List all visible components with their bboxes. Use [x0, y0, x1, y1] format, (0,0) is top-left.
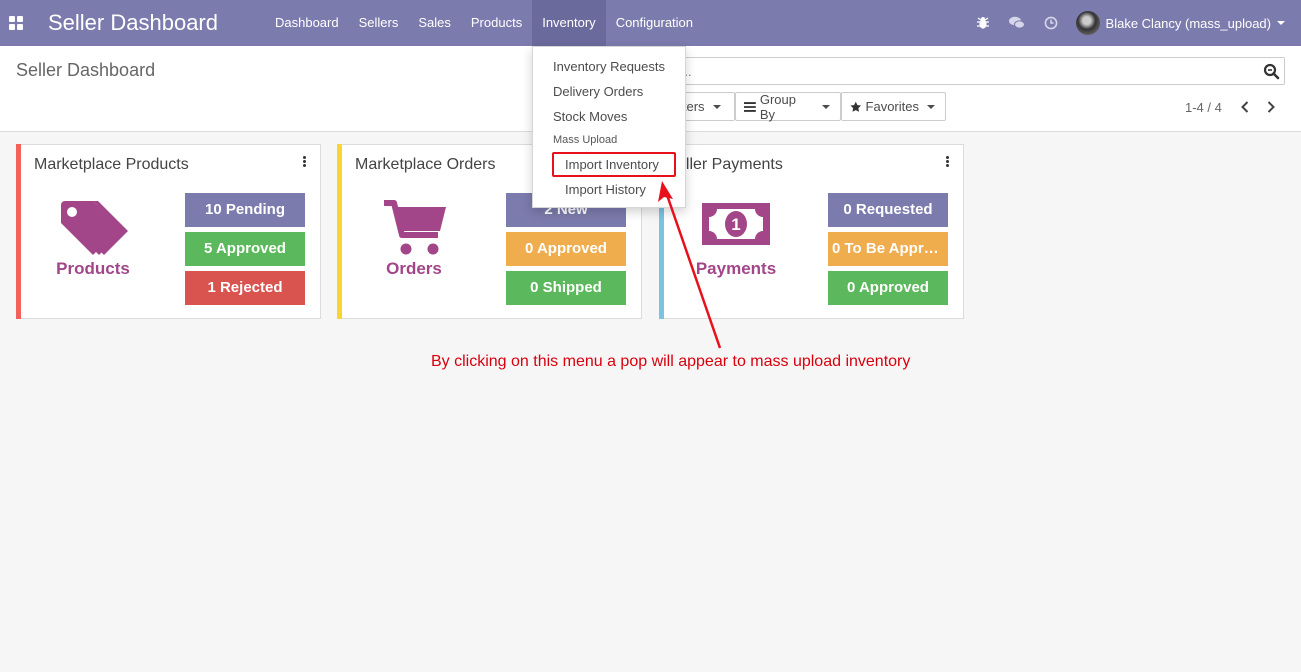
menu-sellers[interactable]: Sellers	[349, 0, 409, 46]
kebab-menu-icon[interactable]	[946, 156, 950, 168]
card-accent	[337, 144, 342, 319]
stat-button[interactable]: 0 Approved	[506, 232, 626, 266]
seller-payments-card: eller Payments 1 Payments 0 Requested 0 …	[659, 144, 964, 319]
menu-configuration[interactable]: Configuration	[606, 0, 703, 46]
breadcrumb: Seller Dashboard	[16, 60, 156, 80]
card-title: Marketplace Products	[34, 156, 189, 173]
main-menu: Dashboard Sellers Sales Products Invento…	[265, 0, 703, 46]
card-title: eller Payments	[677, 156, 783, 173]
favorites-button[interactable]: Favorites	[841, 92, 946, 121]
user-menu[interactable]: Blake Clancy (mass_upload)	[1075, 11, 1301, 35]
inventory-dropdown-menu: Inventory Requests Delivery Orders Stock…	[532, 46, 686, 208]
stat-button[interactable]: 0 To Be Approved	[828, 232, 948, 266]
menu-sales[interactable]: Sales	[408, 0, 461, 46]
group-by-button[interactable]: Group By	[735, 91, 841, 122]
stat-button[interactable]: 10 Pending	[185, 193, 305, 227]
avatar	[1075, 11, 1100, 35]
star-icon	[850, 101, 862, 112]
menu-dashboard[interactable]: Dashboard	[265, 0, 349, 46]
apps-menu-icon[interactable]	[9, 16, 23, 30]
app-title: Seller Dashboard	[48, 10, 218, 35]
menu-item-stock-moves[interactable]: Stock Moves	[553, 109, 627, 124]
card-label[interactable]: Payments	[660, 259, 812, 279]
kebab-menu-icon[interactable]	[303, 156, 307, 168]
stat-button[interactable]: 0 Shipped	[506, 271, 626, 305]
chevron-down-icon	[712, 104, 721, 109]
chevron-down-icon	[822, 104, 830, 109]
search-options: lters Group By Favorites	[660, 91, 946, 122]
search-input[interactable]: ch...	[650, 57, 1285, 85]
menu-item-import-history[interactable]: Import History	[565, 182, 646, 197]
card-title: Marketplace Orders	[355, 156, 496, 173]
chat-icon[interactable]	[1000, 0, 1034, 46]
pager-value: 1-4 / 4	[1185, 99, 1222, 115]
svg-text:1: 1	[731, 215, 740, 234]
list-icon	[744, 101, 756, 112]
menu-section-mass-upload: Mass Upload	[553, 134, 618, 146]
top-navbar: Seller Dashboard Dashboard Sellers Sales…	[0, 0, 1301, 46]
chevron-down-icon	[1277, 21, 1285, 25]
highlight-box	[552, 152, 676, 177]
bug-icon[interactable]	[966, 0, 1000, 46]
cart-icon[interactable]	[378, 197, 450, 259]
search-icon[interactable]	[1263, 63, 1280, 80]
menu-item-delivery-orders[interactable]: Delivery Orders	[553, 84, 643, 99]
systray: Blake Clancy (mass_upload)	[966, 0, 1301, 46]
chevron-left-icon[interactable]	[1234, 99, 1256, 115]
stat-button[interactable]: 0 Approved	[828, 271, 948, 305]
favorites-label: Favorites	[865, 99, 919, 114]
menu-item-inventory-requests[interactable]: Inventory Requests	[553, 59, 665, 74]
marketplace-products-card: Marketplace Products Products 10 Pending…	[16, 144, 321, 319]
chevron-down-icon	[927, 104, 935, 109]
card-accent	[16, 144, 21, 319]
tags-icon[interactable]	[57, 197, 129, 259]
menu-products[interactable]: Products	[461, 0, 532, 46]
annotation-text: By clicking on this menu a pop will appe…	[431, 353, 911, 370]
stat-button[interactable]: 0 Requested	[828, 193, 948, 227]
stat-button[interactable]: 1 Rejected	[185, 271, 305, 305]
stat-button[interactable]: 5 Approved	[185, 232, 305, 266]
card-label[interactable]: Orders	[338, 259, 490, 279]
money-bill-icon[interactable]: 1	[700, 195, 772, 257]
group-by-label: Group By	[759, 91, 796, 122]
menu-inventory[interactable]: Inventory	[532, 0, 606, 46]
card-label[interactable]: Products	[17, 259, 169, 279]
chevron-right-icon[interactable]	[1260, 99, 1282, 115]
user-name: Blake Clancy (mass_upload)	[1105, 15, 1271, 31]
clock-icon[interactable]	[1034, 0, 1068, 46]
pager: 1-4 / 4	[1185, 99, 1282, 115]
